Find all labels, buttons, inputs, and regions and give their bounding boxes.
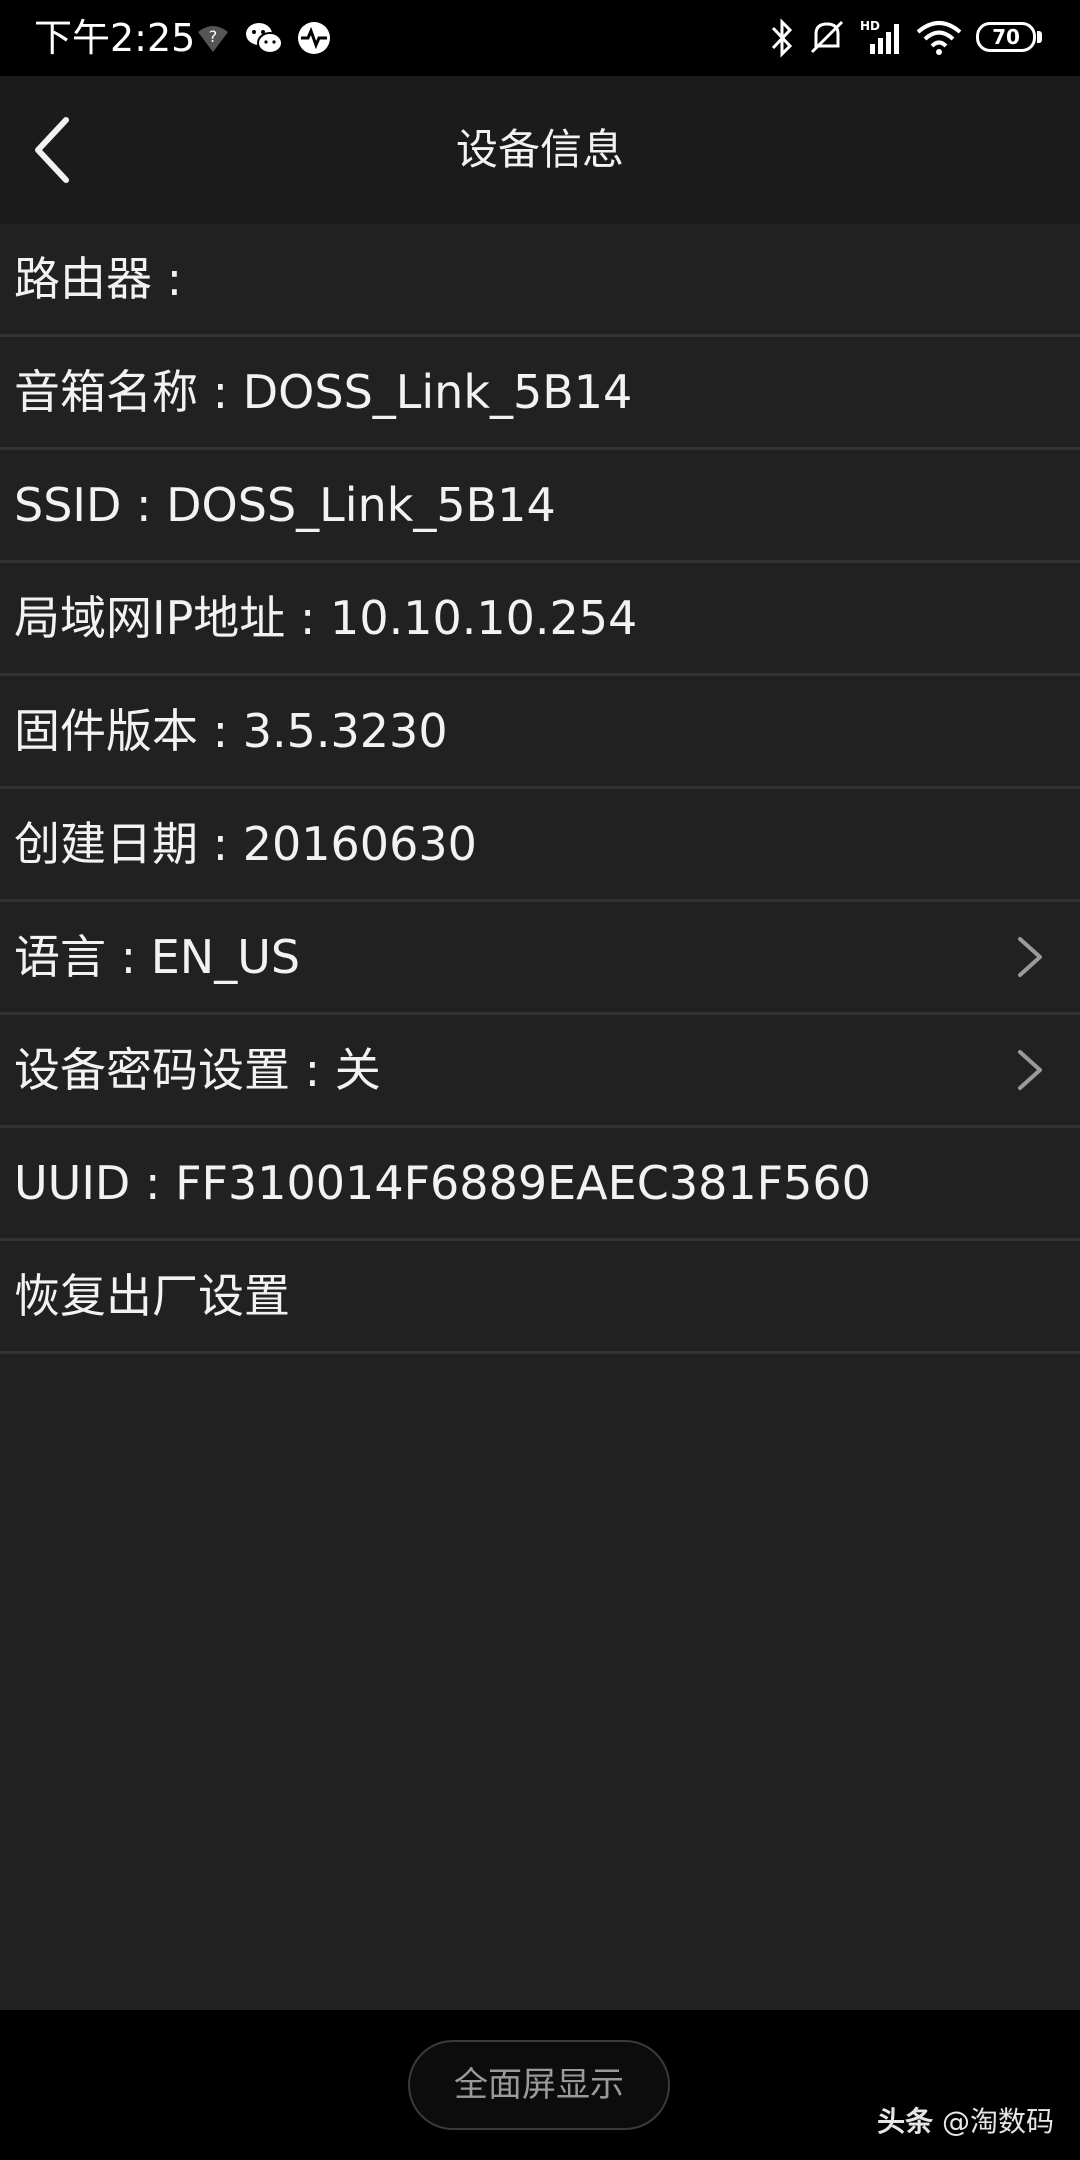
watermark-brand: 头条 xyxy=(877,2105,934,2138)
list-item-firmware-version: 固件版本 : 3.5.3230 xyxy=(0,676,1080,789)
speaker-name-label: 音箱名称 : DOSS_Link_5B14 xyxy=(14,365,633,419)
screen: 下午2:25 ? HD 70 设备信息 路由器: 音箱名称: DOSS_Li… xyxy=(0,0,1080,2160)
factory-reset-label: 恢复出厂设置 xyxy=(14,1269,290,1323)
list-item-lan-ip: 局域网IP地址 : 10.10.10.254 xyxy=(0,563,1080,676)
list-item-ssid: SSID : DOSS_Link_5B14 xyxy=(0,450,1080,563)
page-title: 设备信息 xyxy=(455,125,624,174)
watermark-handle: @淘数码 xyxy=(941,2105,1054,2138)
uuid-label: UUID : FF310014F6889EAEC381F560 xyxy=(14,1156,871,1210)
svg-text:HD: HD xyxy=(860,19,880,33)
bluetooth-icon xyxy=(770,18,794,62)
router-label: 路由器 : xyxy=(14,252,183,306)
hd-signal-icon: HD xyxy=(860,18,906,62)
list-item-router: 路由器 : xyxy=(0,224,1080,337)
list-item-device-password[interactable]: 设备密码设置 : 关 xyxy=(0,1015,1080,1128)
wifi-question-icon: ? xyxy=(196,18,230,62)
build-date-label: 创建日期 : 20160630 xyxy=(14,817,477,871)
battery-icon: 70 xyxy=(976,22,1036,52)
lan-ip-label: 局域网IP地址 : 10.10.10.254 xyxy=(14,591,638,645)
chevron-left-icon xyxy=(35,117,69,183)
status-bar: 下午2:25 ? HD 70 xyxy=(0,0,1080,76)
list-item-uuid: UUID : FF310014F6889EAEC381F560 xyxy=(0,1128,1080,1241)
ssid-label: SSID : DOSS_Link_5B14 xyxy=(14,478,556,532)
list-item-factory-reset[interactable]: 恢复出厂设置 xyxy=(0,1241,1080,1354)
device-info-list: 路由器 : 音箱名称 : DOSS_Link_5B14 SSID : DOSS_… xyxy=(0,224,1080,1354)
watermark: 头条 @淘数码 xyxy=(877,2100,1054,2140)
fullscreen-display-button[interactable]: 全面屏显示 xyxy=(408,2040,670,2130)
chevron-right-icon xyxy=(1018,937,1042,977)
chevron-right-icon xyxy=(1018,1050,1042,1090)
wechat-icon xyxy=(244,18,284,62)
header: 设备信息 xyxy=(0,76,1080,224)
svg-text:?: ? xyxy=(209,27,218,46)
list-item-language[interactable]: 语言 : EN_US xyxy=(0,902,1080,1015)
mute-icon xyxy=(808,18,846,62)
bottom-bar: 全面屏显示 头条 @淘数码 xyxy=(0,2010,1080,2160)
status-time: 下午2:25 xyxy=(34,16,196,60)
activity-icon xyxy=(296,18,332,62)
list-item-speaker-name: 音箱名称 : DOSS_Link_5B14 xyxy=(0,337,1080,450)
wifi-icon xyxy=(916,18,962,62)
device-password-label: 设备密码设置 : 关 xyxy=(14,1043,381,1097)
language-label: 语言 : EN_US xyxy=(14,930,301,984)
battery-tip xyxy=(1037,31,1042,43)
firmware-version-label: 固件版本 : 3.5.3230 xyxy=(14,704,448,758)
back-button[interactable] xyxy=(20,106,100,194)
list-item-build-date: 创建日期 : 20160630 xyxy=(0,789,1080,902)
